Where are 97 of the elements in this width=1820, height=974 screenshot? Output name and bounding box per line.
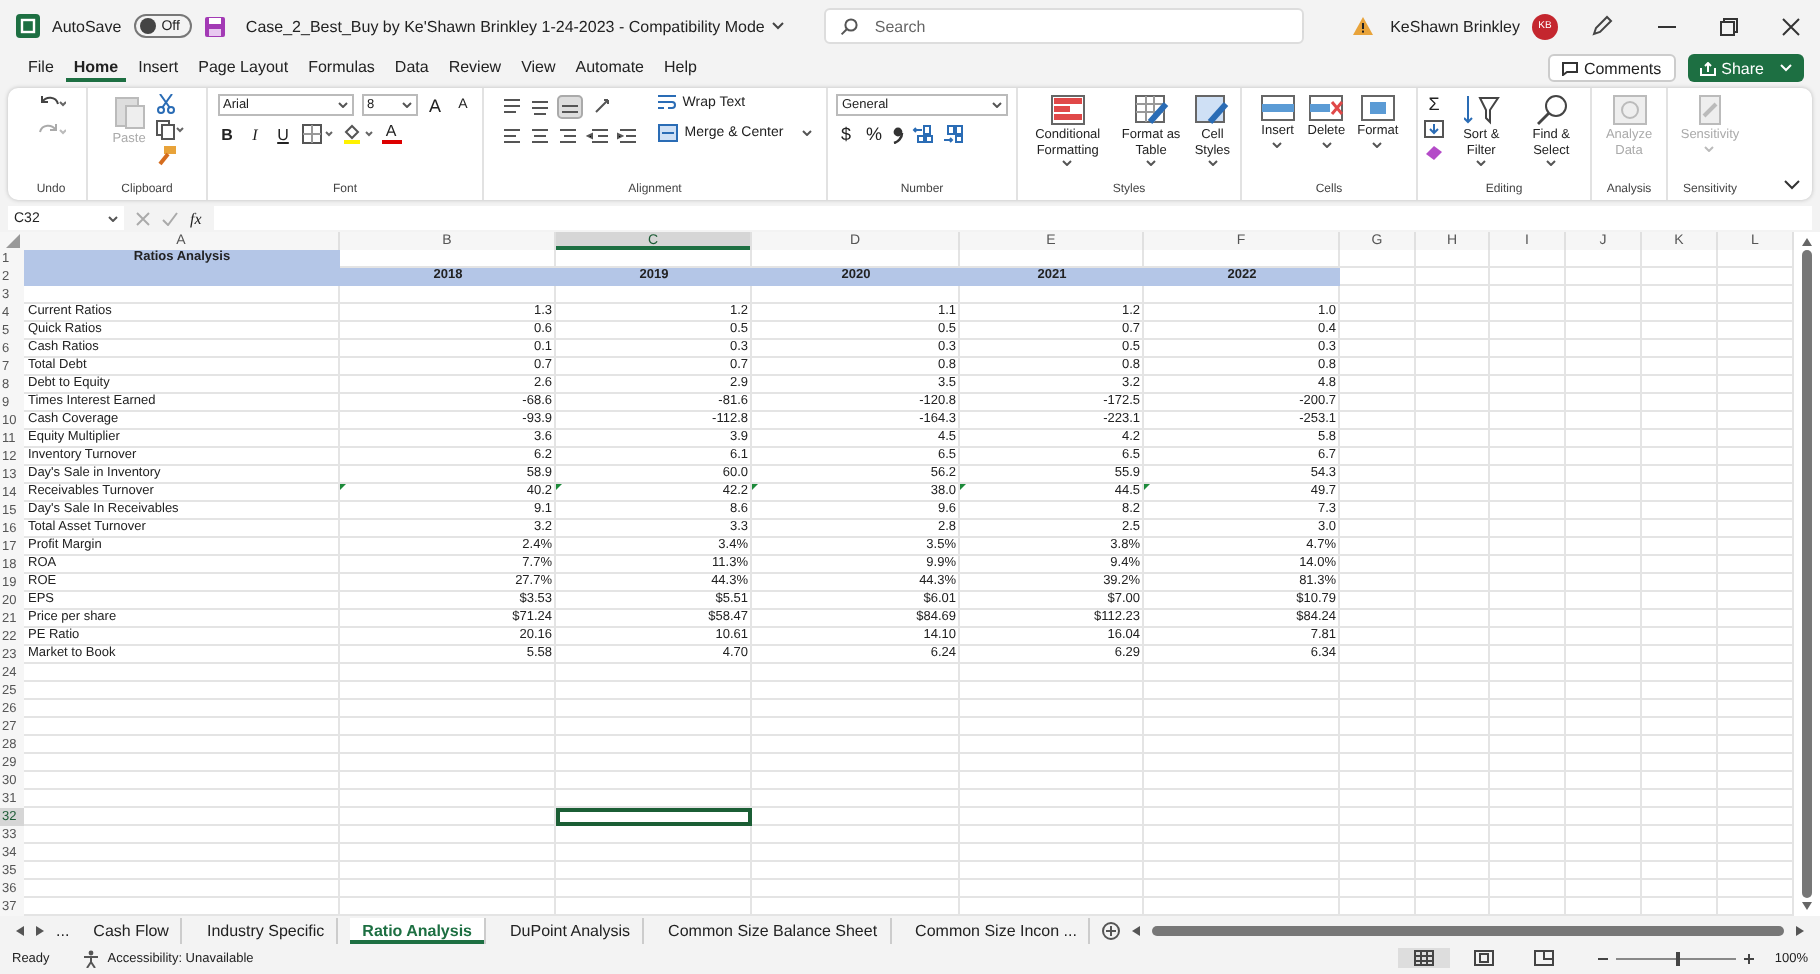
- slider-thumb[interactable]: [1676, 951, 1681, 965]
- format-painter-icon[interactable]: [155, 146, 176, 166]
- arrow-right-icon[interactable]: [1796, 925, 1804, 935]
- menu-tab[interactable]: Data: [386, 55, 437, 81]
- arrow-right-icon[interactable]: [36, 925, 44, 935]
- fill-down-icon[interactable]: [1424, 120, 1444, 138]
- sheet-tab[interactable]: Cash Flow: [81, 917, 183, 943]
- selected-cell[interactable]: [556, 808, 752, 826]
- comments-button[interactable]: Comments: [1547, 54, 1676, 82]
- bold-button[interactable]: B: [217, 125, 237, 143]
- fill-color-icon[interactable]: [341, 124, 373, 144]
- more-sheets-button[interactable]: ...: [56, 921, 70, 939]
- sheet-tab[interactable]: DuPoint Analysis: [498, 917, 645, 943]
- tag-icon: [1693, 94, 1726, 126]
- underline-button[interactable]: U: [273, 125, 293, 143]
- save-icon[interactable]: [203, 15, 226, 37]
- share-button[interactable]: Share: [1687, 54, 1804, 82]
- arrow-down-icon[interactable]: [1802, 902, 1812, 910]
- menu-tab[interactable]: Home: [65, 55, 127, 81]
- autosum-button[interactable]: Σ: [1424, 94, 1444, 114]
- menu-tab[interactable]: Formulas: [300, 55, 383, 81]
- search-field[interactable]: Search: [824, 8, 1305, 44]
- search-icon: [1533, 94, 1570, 126]
- comment-icon: [1561, 61, 1578, 75]
- decimal-icons-drawing[interactable]: [912, 124, 968, 144]
- caret-icon: [1272, 141, 1283, 147]
- analyze-icon: [1611, 94, 1647, 126]
- caret-icon: [992, 102, 1002, 108]
- arrow-left-icon[interactable]: [1132, 925, 1141, 935]
- spreadsheet-app-icon: [16, 14, 40, 38]
- add-sheet-icon[interactable]: [1102, 921, 1121, 939]
- cell-brush-icon: [1194, 94, 1231, 126]
- clipboard-icon: [113, 94, 145, 130]
- select-all-icon[interactable]: [0, 232, 24, 250]
- minus-icon[interactable]: [1598, 957, 1609, 959]
- sort-filter-icon: [1463, 94, 1500, 126]
- formula-field[interactable]: [213, 206, 1812, 230]
- arrow-up-icon[interactable]: [1802, 238, 1812, 246]
- font-color-button[interactable]: A: [381, 124, 401, 144]
- caret-icon: [1704, 145, 1715, 151]
- restore-icon[interactable]: [1720, 17, 1738, 35]
- warning-icon[interactable]: [1352, 16, 1375, 36]
- percent-button[interactable]: %: [864, 124, 884, 144]
- delete-cells-icon: [1308, 94, 1345, 122]
- caret-icon: [1321, 141, 1332, 147]
- menu-tab[interactable]: Help: [656, 55, 705, 81]
- accessibility-icon: [81, 949, 100, 967]
- menu-tab[interactable]: File: [20, 55, 62, 81]
- normal-view-icon[interactable]: [1398, 948, 1451, 968]
- sheet-tab[interactable]: Common Size Incon ...: [903, 917, 1091, 943]
- arrow-left-icon[interactable]: [16, 925, 24, 935]
- caret-icon: [1780, 64, 1792, 72]
- caret-icon: [1062, 160, 1073, 166]
- autosave-label: AutoSave: [52, 17, 122, 35]
- insert-cells-icon: [1259, 94, 1296, 122]
- merge-cells-icon: [658, 124, 679, 142]
- user-name[interactable]: KeShawn Brinkley: [1390, 17, 1520, 35]
- table-brush-icon: [1133, 94, 1170, 126]
- menu-tab[interactable]: Insert: [130, 55, 187, 81]
- format-cells-icon: [1359, 94, 1396, 122]
- caret-icon: [401, 102, 411, 108]
- comma-style-icon[interactable]: [892, 125, 904, 143]
- menu-tab[interactable]: View: [513, 55, 564, 81]
- share-icon: [1699, 61, 1716, 75]
- caret-icon: [1476, 160, 1487, 166]
- menu-tab[interactable]: Review: [440, 55, 510, 81]
- caret-icon: [1546, 160, 1557, 166]
- sheet-tab[interactable]: Ratio Analysis: [350, 917, 487, 943]
- sheet-tab[interactable]: Common Size Balance Sheet: [656, 917, 892, 943]
- sheet-tab[interactable]: Industry Specific: [194, 917, 339, 943]
- caret-icon: [108, 215, 118, 221]
- check-icon[interactable]: [162, 211, 178, 225]
- horizontal-scroll-thumb[interactable]: [1152, 925, 1784, 935]
- conditional-format-icon: [1049, 94, 1086, 126]
- close-icon[interactable]: [1782, 17, 1800, 35]
- caret-icon: [1372, 141, 1383, 147]
- currency-button[interactable]: $: [836, 124, 856, 144]
- eraser-icon[interactable]: [1424, 144, 1444, 160]
- document-title[interactable]: Case_2_Best_Buy by Ke'Shawn Brinkley 1-24-2023 - Compatibility Mode: [245, 17, 765, 35]
- plus-icon[interactable]: [1744, 953, 1755, 963]
- copy-icon[interactable]: [155, 120, 184, 140]
- insert-function-button[interactable]: fx: [190, 209, 202, 227]
- chevron-down-icon[interactable]: [1784, 180, 1800, 190]
- caret-icon[interactable]: [772, 22, 785, 30]
- grow-font-button[interactable]: A: [425, 95, 445, 115]
- caret-icon: [801, 130, 812, 136]
- italic-button[interactable]: I: [245, 125, 265, 143]
- borders-icon[interactable]: [301, 124, 333, 144]
- menu-tab[interactable]: Page Layout: [190, 55, 297, 81]
- caret-icon: [1146, 160, 1157, 166]
- wrap-icon: [658, 94, 677, 112]
- cut-icon[interactable]: [155, 94, 176, 114]
- caret-icon: [1207, 160, 1218, 166]
- scroll-thumb[interactable]: [1802, 250, 1812, 898]
- caret-icon: [337, 102, 347, 108]
- menu-tab[interactable]: Automate: [567, 55, 653, 81]
- pen-icon[interactable]: [1590, 14, 1614, 38]
